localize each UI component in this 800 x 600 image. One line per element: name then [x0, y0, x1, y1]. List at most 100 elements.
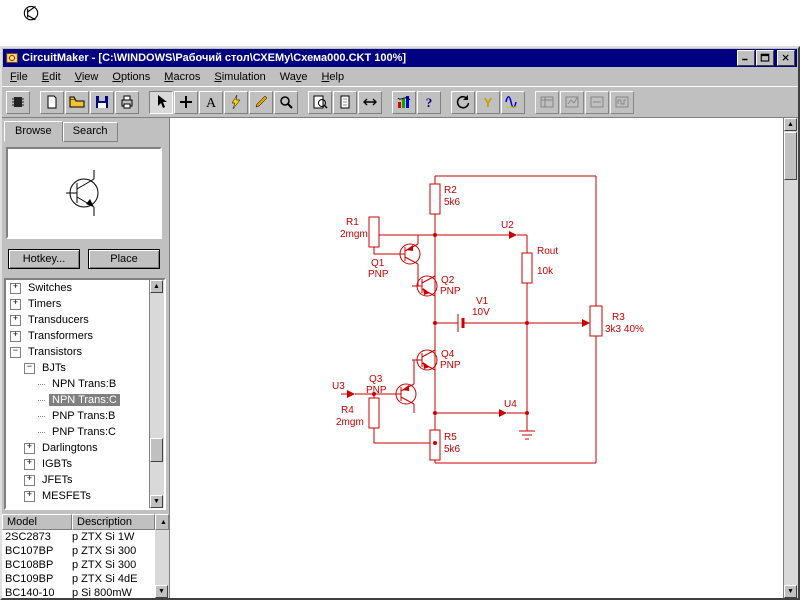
menu-edit[interactable]: Edit	[35, 69, 68, 85]
collapse-icon[interactable]: −	[24, 362, 35, 374]
pan-button[interactable]	[358, 90, 382, 114]
waveforms-button[interactable]	[501, 90, 525, 114]
desktop-shortcut-icon[interactable]	[21, 2, 41, 22]
close-button[interactable]	[777, 50, 795, 66]
menu-macros[interactable]: Macros	[157, 69, 207, 85]
tree-item-npn-trans-c[interactable]: NPN Trans:C	[6, 392, 150, 408]
device-select-button[interactable]	[6, 90, 30, 114]
arrow-tool-button[interactable]	[149, 90, 173, 114]
component-v1[interactable]: V1 10V	[457, 296, 490, 332]
expand-icon[interactable]: +	[10, 330, 21, 342]
reset-button[interactable]	[451, 90, 475, 114]
help-button[interactable]: ?	[417, 90, 441, 114]
schematic-canvas[interactable]: Q1 PNP Q2 PNP Q3 PNP Q4 PNP R1 2mgm R2 5…	[170, 118, 784, 598]
tree-item-mesfets[interactable]: + MESFETs	[6, 488, 150, 504]
canvas-scrollbar[interactable]: ▲ ▼	[783, 118, 798, 598]
tree-item-npn-trans-b[interactable]: NPN Trans:B	[6, 376, 150, 392]
menu-file[interactable]: File	[3, 69, 35, 85]
tree-item-transducers[interactable]: + Transducers	[6, 312, 150, 328]
zoom-fit-button[interactable]	[308, 90, 332, 114]
model-row-bc109bp[interactable]: BC109BP p ZTX Si 4dE	[2, 572, 155, 586]
save-button[interactable]	[90, 90, 114, 114]
expand-icon[interactable]: +	[24, 474, 35, 486]
svg-text:Q4: Q4	[441, 349, 455, 360]
menu-options[interactable]: Options	[105, 69, 157, 85]
probe-button[interactable]: Y	[476, 90, 500, 114]
expand-icon[interactable]: +	[24, 442, 35, 454]
expand-icon[interactable]: +	[10, 314, 21, 326]
menu-view[interactable]: View	[68, 69, 106, 85]
canvas-scroll-down-icon[interactable]: ▼	[784, 585, 797, 598]
scroll-up-icon[interactable]: ▲	[150, 280, 163, 293]
model-column-header[interactable]: Model	[2, 514, 72, 530]
tree-scrollbar[interactable]: ▲ ▼	[149, 280, 164, 508]
expand-icon[interactable]: +	[24, 458, 35, 470]
table-scroll-up-icon[interactable]: ▲	[155, 514, 169, 530]
schematic: Q1 PNP Q2 PNP Q3 PNP Q4 PNP R1 2mgm R2 5…	[332, 175, 644, 464]
component-r2[interactable]: R2 5k6	[429, 183, 461, 215]
analyses-button[interactable]	[392, 90, 416, 114]
component-q1[interactable]: Q1 PNP	[368, 243, 421, 280]
tree-item-jfets[interactable]: + JFETs	[6, 472, 150, 488]
tree-item-label: NPN Trans:B	[52, 378, 117, 390]
expand-icon[interactable]: +	[24, 490, 35, 502]
menu-wave[interactable]: Wave	[273, 69, 315, 85]
tree-item-igbts[interactable]: + IGBTs	[6, 456, 150, 472]
tree-item-bjts[interactable]: − BJTs	[6, 360, 150, 376]
collapse-icon[interactable]: −	[10, 346, 21, 358]
tab-browse[interactable]: Browse	[4, 121, 63, 142]
tree-item-darlingtons[interactable]: + Darlingtons	[6, 440, 150, 456]
tree-item-pnp-trans-c[interactable]: PNP Trans:C	[6, 424, 150, 440]
component-r4[interactable]: R4 2mgm	[336, 397, 380, 429]
menu-help[interactable]: Help	[314, 69, 351, 85]
canvas-scroll-thumb[interactable]	[784, 132, 797, 180]
component-r3[interactable]: R3 3k3 40%	[582, 305, 644, 337]
maximize-button[interactable]	[756, 50, 774, 66]
minimize-button[interactable]	[737, 50, 755, 66]
component-r5[interactable]: R5 5k6	[429, 429, 461, 461]
tree-item-timers[interactable]: + Timers	[6, 296, 150, 312]
model-table-scrollbar[interactable]: ▼	[155, 530, 169, 598]
expand-icon[interactable]: +	[10, 298, 21, 310]
model-row-bc108bp[interactable]: BC108BP p ZTX Si 300	[2, 558, 155, 572]
print-icon	[121, 95, 133, 109]
terminal-u3[interactable]: U3	[332, 381, 355, 398]
wire-tool-button[interactable]	[174, 90, 198, 114]
print-button[interactable]	[115, 90, 139, 114]
expand-icon[interactable]: +	[10, 282, 21, 294]
scroll-thumb[interactable]	[150, 438, 163, 462]
new-button[interactable]	[40, 90, 64, 114]
logic-display-button	[610, 90, 634, 114]
tree-item-label: Darlingtons	[42, 442, 98, 454]
model-row-2sc2873[interactable]: 2SC2873 p ZTX Si 1W	[2, 530, 155, 544]
title-bar[interactable]: CircuitMaker - [C:\WINDOWS\Рабочий стол\…	[3, 49, 797, 67]
open-button[interactable]	[65, 90, 89, 114]
text-tool-button[interactable]: A	[199, 90, 223, 114]
tree-item-switches[interactable]: + Switches	[6, 280, 150, 296]
zoom-tool-button[interactable]	[274, 90, 298, 114]
component-q2[interactable]: Q2 PNP	[412, 275, 461, 297]
hotkey-button[interactable]: Hotkey...	[8, 249, 80, 269]
app-icon[interactable]	[5, 51, 19, 65]
place-button[interactable]: Place	[88, 249, 160, 269]
edit-tool-button[interactable]	[249, 90, 273, 114]
canvas-scroll-up-icon[interactable]: ▲	[784, 118, 797, 131]
table-scroll-down-icon[interactable]: ▼	[155, 585, 168, 598]
tab-search[interactable]: Search	[62, 122, 118, 142]
scroll-down-icon[interactable]: ▼	[150, 495, 163, 508]
description-column-header[interactable]: Description	[72, 514, 155, 530]
component-r1[interactable]: R1 2mgm	[340, 216, 380, 248]
save-icon	[96, 96, 108, 108]
tree-item-pnp-trans-b[interactable]: PNP Trans:B	[6, 408, 150, 424]
menu-simulation[interactable]: Simulation	[207, 69, 272, 85]
tree-item-transistors[interactable]: − Transistors	[6, 344, 150, 360]
help-icon: ?	[426, 95, 433, 110]
terminal-u2[interactable]: U2	[501, 220, 517, 239]
model-row-bc107bp[interactable]: BC107BP p ZTX Si 300	[2, 544, 155, 558]
tree-item-transformers[interactable]: + Transformers	[6, 328, 150, 344]
delete-tool-button[interactable]	[224, 90, 248, 114]
terminal-u4[interactable]: U4	[499, 399, 517, 417]
zoom-normal-button[interactable]	[333, 90, 357, 114]
component-q4[interactable]: Q4 PNP	[412, 349, 461, 371]
model-row-bc140-10[interactable]: BC140-10 p Si 800mW	[2, 586, 155, 598]
